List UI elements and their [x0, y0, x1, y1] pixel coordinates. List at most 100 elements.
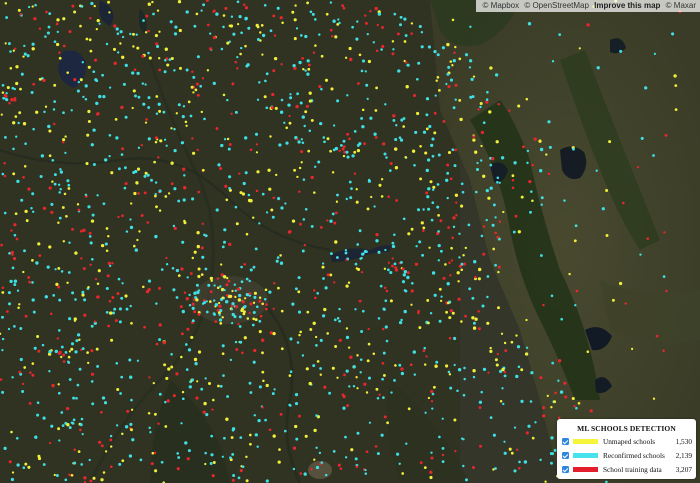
training-school-point: [346, 132, 350, 136]
reconfirmed-school-point: [115, 136, 119, 140]
reconfirmed-school-point: [23, 249, 26, 253]
reconfirmed-school-point: [430, 218, 434, 222]
reconfirmed-school-point: [136, 359, 140, 362]
reconfirmed-school-point: [418, 24, 422, 29]
unmapped-school-point: [62, 240, 66, 243]
satellite-map[interactable]: [0, 0, 700, 483]
legend-item-training[interactable]: School training data 3,207: [562, 464, 692, 475]
training-school-point: [82, 228, 86, 232]
unmapped-school-point: [252, 301, 256, 304]
reconfirmed-school-point: [76, 383, 80, 387]
training-school-point: [508, 109, 511, 112]
reconfirmed-school-point: [56, 30, 59, 34]
reconfirmed-school-point: [551, 361, 555, 365]
reconfirmed-school-point: [437, 243, 441, 248]
unmapped-school-point: [151, 0, 154, 4]
training-school-point: [237, 322, 240, 326]
training-school-point: [636, 165, 640, 169]
mapbox-attribution-link[interactable]: © Mapbox: [483, 1, 520, 10]
reconfirmed-school-point: [527, 424, 531, 428]
unmapped-checkbox[interactable]: [562, 438, 569, 445]
reconfirmed-school-point: [441, 460, 445, 464]
reconfirmed-school-point: [671, 32, 675, 36]
reconfirmed-school-point: [234, 205, 238, 209]
reconfirmed-school-point: [404, 34, 408, 37]
reconfirmed-school-point: [526, 161, 529, 165]
unmapped-school-point: [17, 306, 20, 309]
reconfirmed-school-point: [279, 261, 284, 265]
reconfirmed-school-point: [460, 182, 464, 186]
unmapped-school-point: [550, 406, 553, 409]
reconfirmed-school-point: [321, 262, 325, 265]
unmapped-school-point: [416, 111, 420, 116]
reconfirmed-school-point: [431, 407, 434, 410]
unmapped-school-point: [278, 448, 281, 451]
reconfirmed-school-point: [480, 390, 483, 394]
unmapped-school-point: [448, 316, 452, 320]
reconfirmed-school-point: [358, 229, 362, 233]
unmapped-school-point: [37, 456, 42, 461]
unmapped-school-point: [297, 290, 301, 294]
reconfirmed-school-point: [296, 92, 299, 96]
reconfirmed-school-point: [348, 180, 352, 184]
reconfirmed-school-point: [503, 374, 507, 378]
reconfirmed-school-point: [434, 94, 437, 97]
reconfirmed-school-point: [15, 135, 18, 138]
reconfirmed-school-point: [595, 169, 598, 172]
map-canvas[interactable]: [0, 0, 700, 483]
unmapped-school-point: [23, 366, 27, 369]
training-school-point: [305, 104, 309, 108]
training-school-point: [80, 257, 83, 260]
reconfirmed-school-point: [62, 111, 65, 115]
unmapped-school-point: [193, 250, 197, 254]
unmapped-school-point: [313, 191, 316, 194]
reconfirmed-school-point: [125, 230, 129, 233]
reconfirmed-school-point: [336, 193, 339, 197]
reconfirmed-school-point: [205, 300, 208, 303]
osm-attribution-link[interactable]: © OpenStreetMap: [524, 1, 589, 10]
unmapped-school-point: [605, 189, 609, 192]
unmapped-school-point: [472, 326, 477, 330]
reconfirmed-school-point: [74, 298, 77, 301]
training-school-point: [253, 348, 257, 353]
reconfirmed-school-point: [452, 225, 456, 229]
unmapped-school-point: [170, 365, 174, 369]
unmapped-school-point: [222, 14, 226, 17]
reconfirmed-school-point: [338, 307, 341, 311]
improve-map-link[interactable]: Improve this map: [594, 1, 660, 10]
unmapped-school-point: [37, 242, 41, 246]
reconfirmed-school-point: [500, 156, 505, 160]
unmapped-school-point: [291, 219, 296, 223]
training-school-point: [310, 175, 314, 180]
reconfirmed-school-point: [360, 69, 364, 73]
unmapped-school-point: [181, 390, 185, 394]
training-checkbox[interactable]: [562, 466, 569, 473]
reconfirmed-school-point: [491, 223, 495, 227]
unmapped-school-point: [220, 263, 223, 266]
reconfirmed-school-point: [131, 71, 135, 75]
unmapped-school-point: [277, 286, 280, 290]
legend-item-reconfirmed[interactable]: Reconfirmed schools 2,139: [562, 450, 692, 461]
training-school-point: [88, 231, 92, 235]
reconfirmed-school-point: [31, 281, 34, 284]
training-school-point: [10, 229, 13, 232]
reconfirmed-school-point: [445, 178, 449, 182]
training-school-point: [539, 376, 543, 380]
training-school-point: [272, 281, 276, 285]
reconfirmed-school-point: [269, 29, 273, 33]
unmapped-school-point: [356, 354, 359, 357]
training-school-point: [155, 342, 159, 346]
unmapped-school-point: [158, 109, 162, 113]
reconfirmed-checkbox[interactable]: [562, 452, 569, 459]
legend-item-unmapped[interactable]: Unmaped schools 1,530: [562, 436, 692, 447]
reconfirmed-school-point: [398, 363, 402, 367]
unmapped-school-point: [403, 40, 407, 43]
unmapped-school-point: [510, 451, 514, 455]
reconfirmed-school-point: [60, 411, 64, 414]
unmapped-school-point: [438, 89, 441, 92]
training-school-point: [68, 30, 72, 34]
maxar-attribution-link[interactable]: © Maxar: [666, 1, 696, 10]
reconfirmed-school-point: [309, 10, 313, 14]
reconfirmed-school-point: [52, 294, 56, 297]
unmapped-school-point: [192, 91, 195, 94]
